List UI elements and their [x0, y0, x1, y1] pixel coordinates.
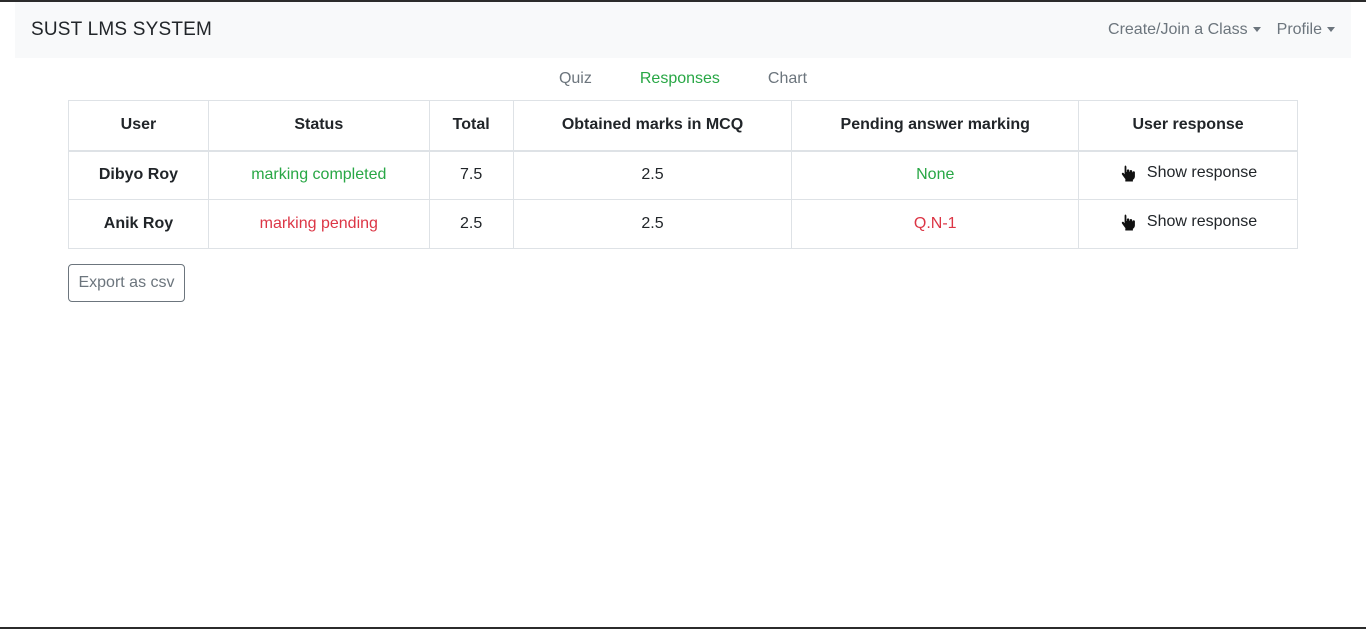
column-header-pending-marking: Pending answer marking	[791, 100, 1080, 152]
column-header-status: Status	[207, 100, 430, 152]
column-header-total: Total	[428, 100, 514, 152]
profile-dropdown[interactable]: Profile	[1277, 21, 1335, 39]
navbar-menu: Create/Join a Class Profile	[1108, 21, 1335, 39]
brand-title[interactable]: SUST LMS SYSTEM	[31, 19, 212, 41]
status-text: marking completed	[207, 150, 430, 200]
pending-marking-value: None	[791, 150, 1080, 200]
tab-quiz[interactable]: Quiz	[535, 70, 616, 88]
hand-pointer-icon	[1121, 165, 1135, 182]
total-value: 2.5	[428, 199, 514, 249]
export-csv-button[interactable]: Export as csv	[68, 264, 185, 302]
user-response-cell: Show response	[1078, 199, 1298, 249]
column-header-mcq-marks: Obtained marks in MCQ	[512, 100, 793, 152]
tab-chart[interactable]: Chart	[744, 70, 831, 88]
hand-pointer-icon	[1121, 214, 1135, 230]
total-value: 7.5	[428, 150, 514, 200]
column-header-user: User	[68, 100, 209, 152]
pending-marking-value: Q.N-1	[791, 199, 1080, 249]
create-join-class-label: Create/Join a Class	[1108, 21, 1248, 38]
quiz-tabs: Quiz Responses Chart	[0, 70, 1366, 88]
profile-label: Profile	[1276, 21, 1322, 38]
app-frame: SUST LMS SYSTEM Create/Join a Class Prof…	[0, 0, 1366, 629]
status-text: marking pending	[207, 199, 430, 249]
mcq-marks-value: 2.5	[512, 199, 793, 249]
show-response-button[interactable]: Show response	[1119, 164, 1257, 182]
table-row: Dibyo Roy marking completed 7.5 2.5 None…	[68, 150, 1298, 200]
tab-responses[interactable]: Responses	[616, 70, 744, 88]
caret-down-icon	[1252, 26, 1261, 32]
show-response-label: Show response	[1146, 212, 1258, 230]
create-join-class-dropdown[interactable]: Create/Join a Class	[1108, 21, 1261, 39]
column-header-user-response: User response	[1078, 100, 1298, 152]
show-response-button[interactable]: Show response	[1119, 213, 1257, 231]
responses-table: User Status Total Obtained marks in MCQ …	[68, 100, 1298, 249]
table-header-row: User Status Total Obtained marks in MCQ …	[68, 100, 1298, 152]
user-name: Dibyo Roy	[68, 150, 209, 200]
show-response-label: Show response	[1146, 163, 1258, 181]
mcq-marks-value: 2.5	[512, 150, 793, 200]
top-navbar: SUST LMS SYSTEM Create/Join a Class Prof…	[15, 2, 1351, 58]
caret-down-icon	[1327, 26, 1335, 32]
table-row: Anik Roy marking pending 2.5 2.5 Q.N-1 S…	[68, 199, 1298, 249]
user-response-cell: Show response	[1078, 150, 1298, 200]
user-name: Anik Roy	[68, 199, 209, 249]
